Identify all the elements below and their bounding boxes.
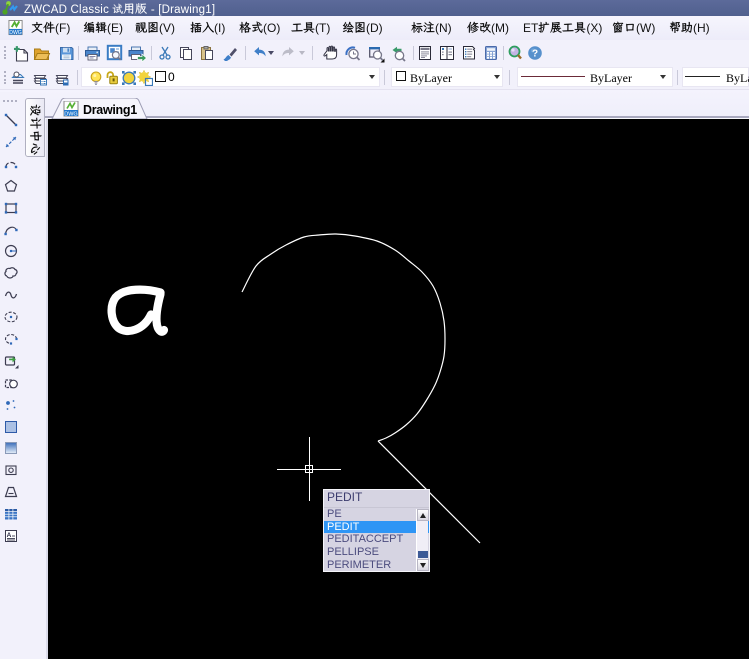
svg-text:A: A: [7, 532, 12, 539]
svg-text:DWG: DWG: [9, 30, 22, 36]
svg-text:?: ?: [532, 49, 538, 60]
svg-text:DWG: DWG: [64, 112, 77, 118]
